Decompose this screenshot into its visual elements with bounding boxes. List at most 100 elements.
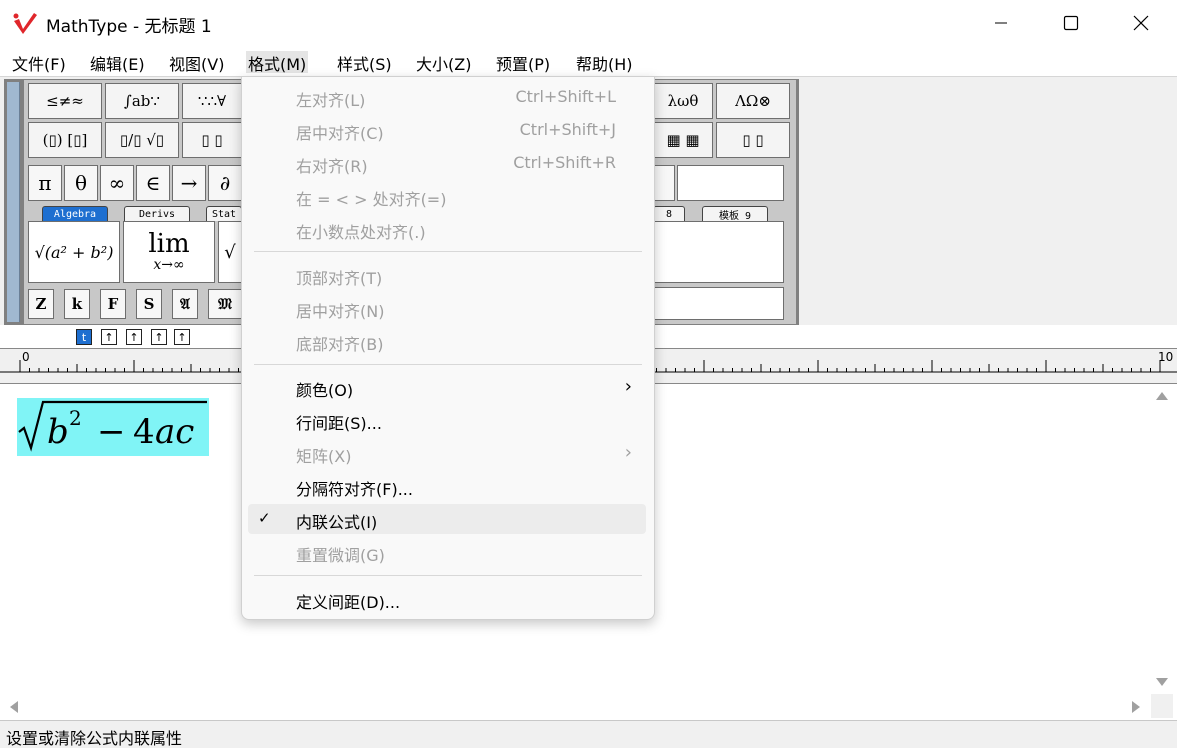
menu-item-label: 内联公式(I) [296, 513, 378, 532]
symbol-slot-button[interactable] [653, 165, 675, 201]
menu-item-label: 在小数点处对齐(.) [296, 223, 426, 242]
theta-symbol-button[interactable]: θ [64, 165, 98, 201]
menu-bar: 文件(F) 编辑(E) 视图(V) 格式(M) 样式(S) 大小(Z) 预置(P… [0, 46, 1177, 77]
formula-vars: ac [155, 412, 194, 452]
scroll-right-arrow-icon[interactable] [1130, 700, 1142, 714]
script-s-button[interactable]: S [136, 289, 162, 319]
menu-view[interactable]: 视图(V) [167, 51, 226, 74]
tab-8[interactable]: 8 [653, 206, 685, 221]
close-button[interactable] [1106, 0, 1176, 46]
formula-exponent: 2 [69, 406, 82, 430]
fraktur-a-button[interactable]: 𝔄 [172, 289, 198, 319]
nudge-up-icon[interactable]: ↑ [101, 329, 117, 345]
menu-item-label: 重置微调(G) [296, 546, 385, 565]
fences-palette-button[interactable]: (▯) [▯] [28, 122, 102, 158]
template-slot[interactable] [653, 221, 784, 283]
format-menu-dropdown: 左对齐(L) Ctrl+Shift+L 居中对齐(C) Ctrl+Shift+J… [241, 76, 655, 620]
toolbar-grip[interactable] [7, 82, 20, 322]
status-text: 设置或清除公式内联属性 [6, 729, 183, 748]
spaces-palette-button[interactable]: ∫ab∵ [105, 83, 179, 119]
limit-template[interactable]: lim x→∞ [123, 221, 215, 283]
menu-item-label: 在 = < > 处对齐(=) [296, 190, 447, 209]
nudge-up-2-icon[interactable]: ↑ [126, 329, 142, 345]
tab-statistics[interactable]: Stat [206, 206, 242, 221]
operators-palette-button[interactable]: ∵∴∀ [182, 83, 242, 119]
scroll-down-arrow-icon[interactable] [1155, 676, 1169, 688]
blackboard-k-button[interactable]: k [64, 289, 90, 319]
menu-style[interactable]: 样式(S) [335, 51, 394, 74]
fraction-radical-palette-button[interactable]: ▯/▯ √▯ [105, 122, 179, 158]
check-icon: ✓ [258, 509, 271, 527]
vertical-scrollbar[interactable] [1151, 384, 1173, 694]
menu-item-shortcut: Ctrl+Shift+L [515, 87, 616, 106]
tab-algebra[interactable]: Algebra [42, 206, 108, 221]
scroll-corner [1151, 694, 1173, 718]
blackboard-f-button[interactable]: F [100, 289, 126, 319]
blackboard-z-button[interactable]: Z [28, 289, 54, 319]
menu-item-matrix[interactable]: 矩阵(X) › [248, 438, 646, 468]
partial-symbol-button[interactable]: ∂ [208, 165, 242, 201]
lim-label: lim [148, 229, 190, 259]
menu-item-line-spacing[interactable]: 行间距(S)... [248, 405, 646, 435]
formula-minus: − [97, 412, 126, 452]
menu-file[interactable]: 文件(F) [10, 51, 68, 74]
tab-9[interactable]: 模板 9 [702, 206, 768, 222]
formula-b: b [47, 412, 69, 452]
submenu-arrow-icon: › [624, 442, 632, 463]
maximize-icon [1063, 15, 1079, 31]
menu-item-align-right[interactable]: 右对齐(R) Ctrl+Shift+R [248, 148, 646, 178]
nudge-tab-icon[interactable]: t [76, 329, 92, 345]
greek-upper-palette-button[interactable]: ΛΩ⊗ [716, 83, 790, 119]
close-icon [1133, 15, 1149, 31]
menu-item-label: 右对齐(R) [296, 157, 368, 176]
horizontal-scrollbar[interactable] [4, 694, 1151, 718]
subscript-palette-button[interactable]: ▯ ▯ [182, 122, 242, 158]
empty-symbol-slot[interactable] [677, 165, 784, 201]
infinity-symbol-button[interactable]: ∞ [100, 165, 134, 201]
small-symbol-slot[interactable] [653, 287, 784, 320]
relations-palette-button[interactable]: ≤≠≈ [28, 83, 102, 119]
menu-item-separator-align[interactable]: 分隔符对齐(F)... [248, 471, 646, 501]
element-of-symbol-button[interactable]: ∈ [136, 165, 170, 201]
lim-subscript: x→∞ [153, 257, 185, 273]
menu-help[interactable]: 帮助(H) [574, 51, 635, 74]
menu-item-align-at-relations[interactable]: 在 = < > 处对齐(=) [248, 181, 646, 211]
nudge-up-3-icon[interactable]: ↑ [151, 329, 167, 345]
title-bar: MathType - 无标题 1 [0, 0, 1177, 46]
fraktur-m-button[interactable]: 𝔐 [208, 289, 242, 319]
menu-edit[interactable]: 编辑(E) [88, 51, 147, 74]
maximize-button[interactable] [1036, 0, 1106, 46]
menu-item-reset-nudge[interactable]: 重置微调(G) [248, 537, 646, 567]
formula-coefficient: 4 [133, 412, 155, 452]
minimize-button[interactable] [966, 0, 1036, 46]
sqrt-sum-squares-template[interactable]: √(a² + b²) [28, 221, 120, 283]
pi-symbol-button[interactable]: π [28, 165, 62, 201]
right-arrow-symbol-button[interactable]: → [172, 165, 206, 201]
menu-format[interactable]: 格式(M) [246, 51, 309, 74]
menu-item-align-middle[interactable]: 居中对齐(N) [248, 293, 646, 323]
greek-lower-palette-button[interactable]: λωθ [653, 83, 713, 119]
box-palette-button[interactable]: ▯ ▯ [716, 122, 790, 158]
nudge-up-4-icon[interactable]: ↑ [174, 329, 190, 345]
menu-item-define-spacing[interactable]: 定义间距(D)... [248, 584, 646, 614]
menu-item-align-top[interactable]: 顶部对齐(T) [248, 260, 646, 290]
scroll-up-arrow-icon[interactable] [1155, 390, 1169, 402]
menu-item-label: 底部对齐(B) [296, 335, 384, 354]
menu-item-color[interactable]: 颜色(O) › [248, 372, 646, 402]
menu-item-align-left[interactable]: 左对齐(L) Ctrl+Shift+L [248, 82, 646, 112]
template-partial[interactable]: √ [218, 221, 242, 283]
menu-size[interactable]: 大小(Z) [414, 51, 473, 74]
menu-item-align-at-decimal[interactable]: 在小数点处对齐(.) [248, 214, 646, 244]
matrix-palette-button[interactable]: ▦ ▦ [653, 122, 713, 158]
menu-preferences[interactable]: 预置(P) [494, 51, 552, 74]
status-bar: 设置或清除公式内联属性 [0, 720, 1177, 748]
menu-item-inline-equation[interactable]: ✓ 内联公式(I) [248, 504, 646, 534]
menu-separator [254, 364, 642, 365]
selected-formula[interactable]: b 2 − 4 ac [17, 398, 209, 456]
ruler-end-label: 10 [1158, 350, 1173, 364]
menu-item-align-center[interactable]: 居中对齐(C) Ctrl+Shift+J [248, 115, 646, 145]
menu-item-label: 居中对齐(N) [296, 302, 385, 321]
tab-derivs[interactable]: Derivs [124, 206, 190, 221]
menu-item-align-bottom[interactable]: 底部对齐(B) [248, 326, 646, 356]
scroll-left-arrow-icon[interactable] [8, 700, 20, 714]
